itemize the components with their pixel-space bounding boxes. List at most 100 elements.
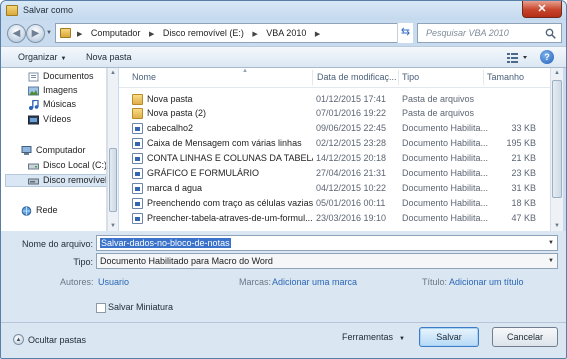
sidebar-item-label: Rede — [36, 205, 58, 215]
removable-drive-icon — [28, 178, 39, 185]
column-divider[interactable] — [398, 70, 399, 85]
column-header-size[interactable]: Tamanho — [487, 72, 524, 82]
file-date: 05/01/2016 00:11 — [316, 198, 386, 208]
file-type: Documento Habilita... — [402, 213, 489, 223]
sidebar-item-removable-disk[interactable]: Disco removível (E — [5, 174, 107, 187]
recent-locations-dropdown[interactable]: ▼ — [46, 30, 52, 36]
column-header-date[interactable]: Data de modificaç... — [317, 72, 397, 82]
file-row-nova-pasta[interactable]: Nova pasta 01/12/2015 17:41 Pasta de arq… — [119, 93, 550, 106]
views-icon[interactable] — [506, 51, 530, 64]
word-document-icon — [132, 153, 143, 164]
sidebar-item-label: Disco removível (E — [43, 175, 107, 185]
sidebar-item-label: Disco Local (C:) — [43, 160, 107, 170]
file-row-preenchendo[interactable]: Preenchendo com traço as células vazias … — [119, 197, 550, 210]
sidebar-item-label: Imagens — [43, 85, 78, 95]
chevron-right-icon[interactable]: ▶ — [252, 31, 257, 38]
file-type-label: Tipo: — [73, 257, 93, 267]
back-button[interactable]: ◀ — [7, 24, 26, 43]
file-row-grafico-e-formulario[interactable]: GRÁFICO E FORMULÁRIO 27/04/2016 21:31 Do… — [119, 167, 550, 180]
column-header-name[interactable]: Nome — [132, 72, 156, 82]
file-type-select[interactable]: Documento Habilitado para Macro do Word … — [96, 253, 558, 269]
chevron-right-icon[interactable]: ▶ — [315, 31, 320, 38]
hide-folders-button[interactable]: ▲ — [13, 334, 24, 345]
chevron-down-icon: ▼ — [399, 336, 405, 342]
scroll-down-icon[interactable]: ▼ — [110, 223, 116, 229]
folder-icon — [60, 28, 71, 38]
file-row-conta-linhas[interactable]: CONTA LINHAS E COLUNAS DA TABELA 14/12/2… — [119, 152, 550, 165]
sidebar-item-pictures[interactable]: Imagens — [28, 85, 106, 98]
navigation-scrollbar[interactable]: ▲ ▼ — [107, 68, 118, 231]
file-size: 31 KB — [511, 183, 536, 193]
scroll-up-icon[interactable]: ▲ — [110, 70, 116, 76]
save-thumbnail-checkbox[interactable] — [96, 303, 106, 313]
breadcrumb-removable-disk[interactable]: Disco removível (E:) — [163, 28, 244, 38]
file-name: Nova pasta (2) — [147, 108, 207, 118]
word-document-icon — [132, 183, 143, 194]
forward-button[interactable]: ▶ — [26, 24, 45, 43]
chevron-down-icon[interactable]: ▼ — [548, 258, 554, 264]
sidebar-item-local-disk[interactable]: Disco Local (C:) — [28, 160, 106, 173]
scrollbar-thumb[interactable] — [552, 80, 562, 198]
chevron-right-icon: ▶ — [77, 31, 83, 38]
chevron-right-icon[interactable]: ▶ — [149, 31, 154, 38]
tools-menu-button[interactable]: Ferramentas ▼ — [342, 332, 405, 342]
authors-label: Autores: — [60, 277, 94, 287]
scrollbar-thumb[interactable] — [109, 148, 117, 212]
sidebar-item-computer[interactable]: Computador — [21, 145, 106, 158]
file-row-cabecalho2[interactable]: cabecalho2 09/06/2015 22:45 Documento Ha… — [119, 122, 550, 135]
word-document-icon — [132, 213, 143, 224]
file-date: 04/12/2015 10:22 — [316, 183, 387, 193]
divider — [1, 322, 566, 323]
save-button[interactable]: Salvar — [419, 327, 479, 347]
hide-folders-label[interactable]: Ocultar pastas — [28, 335, 86, 345]
file-row-nova-pasta-2[interactable]: Nova pasta (2) 07/01/2016 19:22 Pasta de… — [119, 107, 550, 120]
sidebar-item-music[interactable]: Músicas — [28, 99, 106, 112]
authors-value[interactable]: Usuario — [98, 277, 129, 287]
file-list-scrollbar[interactable]: ▲ ▼ — [550, 68, 563, 231]
address-bar[interactable]: ▶ Computador ▶ Disco removível (E:) ▶ VB… — [55, 23, 413, 43]
file-name: Preenchendo com traço as células vazias … — [147, 198, 313, 208]
file-type: Pasta de arquivos — [402, 94, 475, 104]
file-name: Nova pasta — [147, 94, 193, 104]
scroll-down-icon[interactable]: ▼ — [554, 223, 560, 229]
column-divider[interactable] — [483, 70, 484, 85]
breadcrumb-vba-2010[interactable]: VBA 2010 — [266, 28, 306, 38]
organize-button[interactable]: Organizar ▼ — [18, 52, 66, 62]
chevron-down-icon[interactable]: ▼ — [548, 240, 554, 246]
cancel-button[interactable]: Cancelar — [492, 327, 558, 347]
chevron-up-icon: ▲ — [15, 337, 22, 343]
search-input[interactable]: Pesquisar VBA 2010 — [417, 23, 562, 43]
file-date: 02/12/2015 23:28 — [316, 138, 387, 148]
new-folder-button[interactable]: Nova pasta — [86, 52, 132, 62]
sidebar-item-videos[interactable]: Vídeos — [28, 114, 106, 127]
file-date: 01/12/2015 17:41 — [316, 94, 387, 104]
filename-field[interactable]: Salvar-dados-no-bloco-de-notas ▼ — [96, 235, 558, 251]
column-divider[interactable] — [312, 70, 313, 85]
column-header-row: ▲ Nome Data de modificaç... Tipo Tamanho — [119, 68, 550, 88]
title-value[interactable]: Adicionar um título — [449, 277, 524, 287]
column-header-type[interactable]: Tipo — [402, 72, 419, 82]
help-button[interactable]: ? — [540, 50, 554, 64]
file-date: 14/12/2015 20:18 — [316, 153, 387, 163]
sidebar-item-network[interactable]: Rede — [21, 205, 106, 218]
computer-icon — [21, 146, 32, 155]
sidebar-item-documents[interactable]: Documentos — [28, 71, 106, 84]
tools-label: Ferramentas — [342, 332, 394, 342]
refresh-button[interactable]: ⇆ — [397, 23, 413, 43]
file-row-marca-d-agua[interactable]: marca d agua 04/12/2015 10:22 Documento … — [119, 182, 550, 195]
sidebar-item-label: Documentos — [43, 71, 94, 81]
filename-value: Salvar-dados-no-bloco-de-notas — [100, 238, 231, 248]
close-button[interactable]: ✕ — [522, 1, 562, 18]
tags-value[interactable]: Adicionar uma marca — [272, 277, 357, 287]
file-size: 33 KB — [511, 123, 536, 133]
file-row-caixa-de-mensagem[interactable]: Caixa de Mensagem com várias linhas 02/1… — [119, 137, 550, 150]
file-type: Pasta de arquivos — [402, 108, 475, 118]
file-row-preencher-tabela[interactable]: Preencher-tabela-atraves-de-um-formul...… — [119, 212, 550, 225]
save-thumbnail-label[interactable]: Salvar Miniatura — [108, 302, 173, 312]
file-type: Documento Habilita... — [402, 198, 489, 208]
pictures-icon — [28, 86, 39, 96]
sidebar-item-label: Computador — [36, 145, 86, 155]
breadcrumb-computer[interactable]: Computador — [91, 28, 141, 38]
scroll-up-icon[interactable]: ▲ — [554, 70, 560, 76]
file-type: Documento Habilita... — [402, 168, 489, 178]
